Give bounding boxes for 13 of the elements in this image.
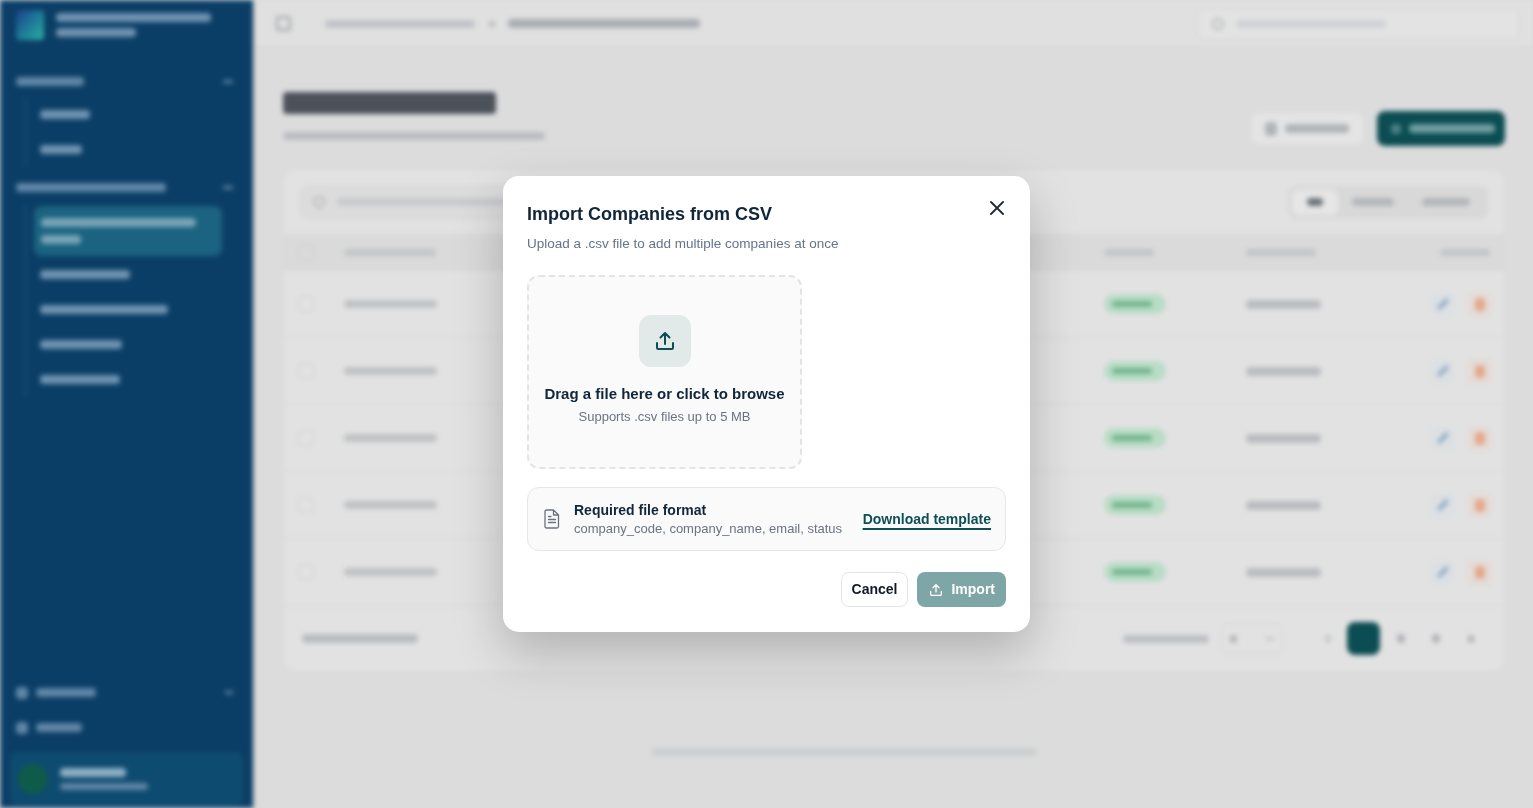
- document-icon: [544, 509, 560, 529]
- dialog-title: Import Companies from CSV: [527, 203, 773, 226]
- file-dropzone[interactable]: Drag a file here or click to browse Supports .csv files up to 5 MB: [527, 275, 802, 469]
- download-template-link[interactable]: Download template: [862, 509, 991, 529]
- dialog-subtitle: Upload a .csv file to add multiple companies at once: [527, 235, 839, 253]
- dropzone-hint: Supports .csv files up to 5 MB: [578, 408, 751, 426]
- upload-icon: [638, 315, 691, 367]
- close-icon[interactable]: [990, 201, 1004, 215]
- dropzone-prompt: Drag a file here or click to browse: [544, 384, 785, 404]
- cancel-button[interactable]: Cancel: [840, 572, 909, 607]
- format-title: Required file format: [574, 501, 707, 520]
- format-columns: company_code, company_name, email, status: [574, 520, 843, 538]
- upload-icon: [928, 581, 945, 598]
